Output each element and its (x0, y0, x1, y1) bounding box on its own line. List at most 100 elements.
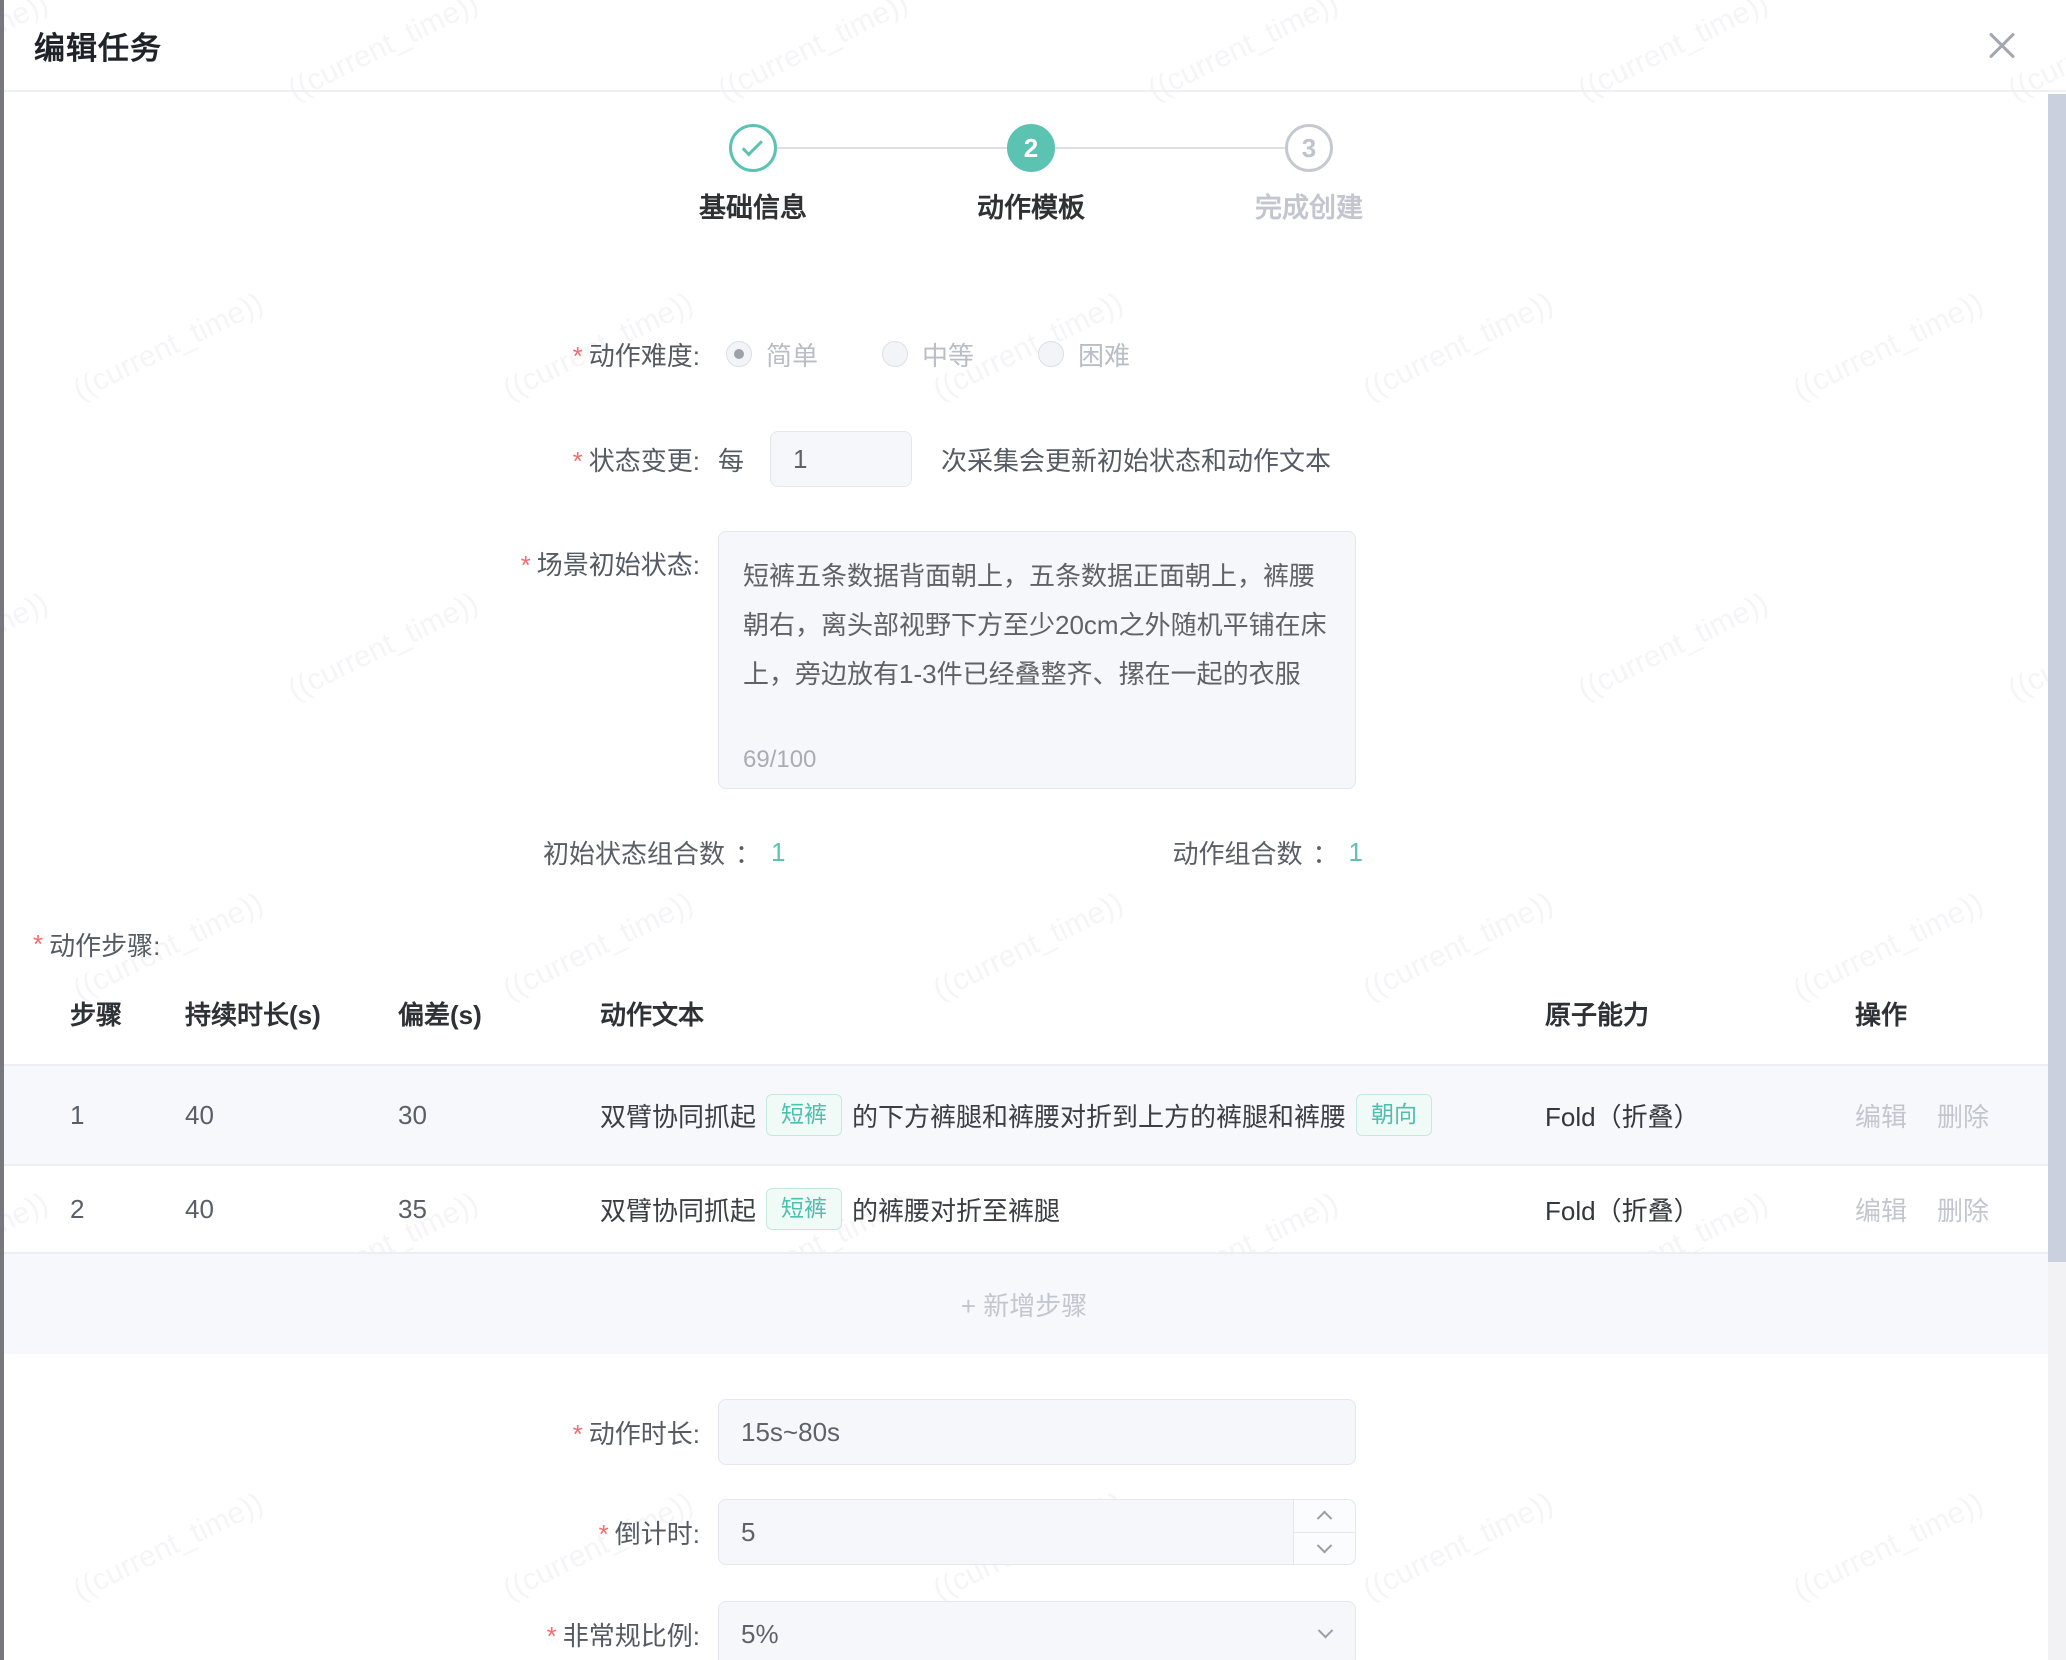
difficulty-label: *动作难度: (0, 336, 700, 373)
duration-row: *动作时长: (0, 1399, 2048, 1465)
header-step: 步骤 (70, 995, 185, 1032)
radio-icon (726, 341, 752, 367)
countdown-label: *倒计时: (0, 1514, 700, 1551)
initial-state-row: *场景初始状态: 短裤五条数据背面朝上，五条数据正面朝上，裤腰朝右，离头部视野下… (0, 531, 2048, 794)
actions-cell: 编辑删除 (1855, 1191, 2048, 1228)
stepper-connector (777, 147, 1007, 149)
duration-label: *动作时长: (0, 1414, 700, 1451)
dialog-title: 编辑任务 (34, 23, 162, 68)
stepper-connector (1055, 147, 1285, 149)
unusual-ratio-row: *非常规比例: 5% (0, 1601, 2048, 1660)
duration-cell: 40 (185, 1100, 398, 1131)
radio-option-medium[interactable]: 中等 (882, 336, 974, 373)
required-asterisk: * (573, 1419, 583, 1449)
difficulty-radio-group: 简单 中等 困难 (726, 336, 1194, 373)
decrement-button[interactable] (1294, 1533, 1355, 1565)
unusual-ratio-label: *非常规比例: (0, 1616, 700, 1653)
required-asterisk: * (521, 550, 531, 580)
radio-icon (1038, 341, 1064, 367)
duration-input[interactable] (718, 1399, 1356, 1465)
action-tag: 朝向 (1356, 1094, 1432, 1136)
initial-state-label: *场景初始状态: (0, 531, 700, 582)
add-step-button[interactable]: + 新增步骤 (0, 1254, 2048, 1354)
combos-row: 初始状态组合数 ： 1 动作组合数 ： 1 (543, 834, 1363, 870)
step-2-indicator: 2 (1007, 124, 1055, 172)
duration-cell: 40 (185, 1194, 398, 1225)
close-icon[interactable] (1986, 30, 2018, 62)
action-tag: 短裤 (766, 1094, 842, 1136)
edit-link[interactable]: 编辑 (1855, 1191, 1907, 1228)
check-icon (742, 135, 763, 156)
char-counter: 69/100 (743, 746, 816, 774)
step-3-number: 3 (1302, 133, 1316, 164)
action-steps-label: *动作步骤: (33, 926, 2048, 962)
scrollbar-thumb[interactable] (2048, 94, 2066, 1262)
deviation-cell: 35 (398, 1194, 600, 1225)
number-stepper (1293, 1500, 1355, 1564)
state-change-prefix: 每 (718, 441, 744, 478)
header-duration: 持续时长(s) (185, 995, 398, 1032)
chevron-down-icon (1317, 1538, 1333, 1554)
step-1-label: 基础信息 (699, 186, 807, 225)
step-3-indicator: 3 (1285, 124, 1333, 172)
page-left-edge (0, 0, 4, 1660)
radio-icon (882, 341, 908, 367)
action-text-cell: 双臂协同抓起短裤的裤腰对折至裤腿 (600, 1188, 1545, 1230)
required-asterisk: * (573, 341, 583, 371)
chevron-down-icon (1318, 1623, 1334, 1639)
delete-link[interactable]: 删除 (1937, 1191, 1989, 1228)
required-asterisk: * (573, 446, 583, 476)
action-text: 的裤腰对折至裤腿 (852, 1191, 1060, 1228)
table-header-row: 步骤 持续时长(s) 偏差(s) 动作文本 原子能力 操作 (0, 962, 2048, 1066)
increment-button[interactable] (1294, 1500, 1355, 1533)
action-combo-value: 1 (1349, 837, 1363, 868)
step-2-label: 动作模板 (977, 186, 1085, 225)
action-text: 的下方裤腿和裤腰对折到上方的裤腿和裤腰 (852, 1097, 1346, 1134)
ability-cell: Fold（折叠） (1545, 1097, 1855, 1134)
countdown-input[interactable] (718, 1499, 1356, 1565)
actions-cell: 编辑删除 (1855, 1097, 2048, 1134)
action-tag: 短裤 (766, 1188, 842, 1230)
step-1-indicator (729, 124, 777, 172)
state-change-input[interactable] (770, 431, 912, 487)
radio-option-hard[interactable]: 困难 (1038, 336, 1130, 373)
select-value: 5% (741, 1619, 779, 1650)
step-cell: 2 (70, 1194, 185, 1225)
required-asterisk: * (547, 1621, 557, 1651)
action-text: 双臂协同抓起 (600, 1191, 756, 1228)
action-text-cell: 双臂协同抓起短裤的下方裤腿和裤腰对折到上方的裤腿和裤腰朝向 (600, 1094, 1545, 1136)
scrollbar-track[interactable] (2048, 94, 2066, 1660)
required-asterisk: * (599, 1519, 609, 1549)
delete-link[interactable]: 删除 (1937, 1097, 1989, 1134)
table-row: 1 40 30 双臂协同抓起短裤的下方裤腿和裤腰对折到上方的裤腿和裤腰朝向 Fo… (0, 1066, 2048, 1166)
step-cell: 1 (70, 1100, 185, 1131)
action-steps-table: 步骤 持续时长(s) 偏差(s) 动作文本 原子能力 操作 1 40 30 双臂… (0, 962, 2048, 1354)
table-row: 2 40 35 双臂协同抓起短裤的裤腰对折至裤腿 Fold（折叠） 编辑删除 (0, 1166, 2048, 1254)
stepper: 2 3 基础信息 动作模板 完成创建 (729, 124, 1333, 224)
state-change-row: *状态变更: 每 次采集会更新初始状态和动作文本 (0, 431, 2048, 487)
edit-task-dialog: ((current_time))((current_time))((curren… (0, 0, 2066, 1660)
dialog-header: 编辑任务 (0, 0, 2066, 92)
countdown-row: *倒计时: (0, 1499, 2048, 1565)
state-change-suffix: 次采集会更新初始状态和动作文本 (941, 441, 1331, 478)
radio-option-simple[interactable]: 简单 (726, 336, 818, 373)
header-operations: 操作 (1855, 995, 2048, 1032)
required-asterisk: * (33, 929, 43, 960)
chevron-up-icon (1317, 1511, 1333, 1527)
deviation-cell: 30 (398, 1100, 600, 1131)
header-deviation: 偏差(s) (398, 995, 600, 1032)
steps-table-body: 1 40 30 双臂协同抓起短裤的下方裤腿和裤腰对折到上方的裤腿和裤腰朝向 Fo… (0, 1066, 2048, 1254)
state-change-label: *状态变更: (0, 441, 700, 478)
edit-link[interactable]: 编辑 (1855, 1097, 1907, 1134)
step-3-label: 完成创建 (1255, 186, 1363, 225)
header-action-text: 动作文本 (600, 995, 1545, 1032)
header-ability: 原子能力 (1545, 995, 1855, 1032)
difficulty-row: *动作难度: 简单 中等 困难 (0, 334, 2048, 374)
action-combo-count: 动作组合数 ： 1 (1173, 834, 1364, 871)
initial-state-combo-count: 初始状态组合数 ： 1 (543, 834, 786, 871)
step-2-number: 2 (1024, 133, 1038, 164)
action-text: 双臂协同抓起 (600, 1097, 756, 1134)
unusual-ratio-select[interactable]: 5% (718, 1601, 1356, 1660)
initial-combo-value: 1 (771, 837, 785, 868)
ability-cell: Fold（折叠） (1545, 1191, 1855, 1228)
